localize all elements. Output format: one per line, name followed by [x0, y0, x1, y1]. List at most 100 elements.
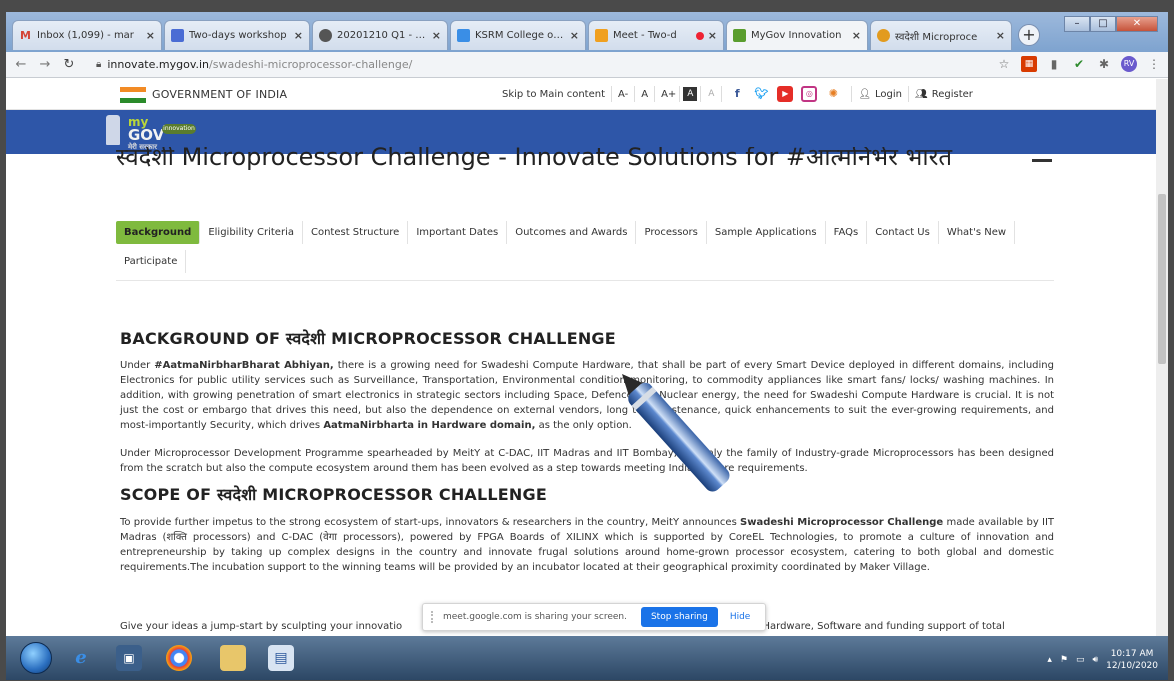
hide-button[interactable]: Hide [730, 612, 751, 622]
check-extension-icon[interactable]: ✔ [1071, 56, 1087, 72]
globe-icon [319, 29, 332, 42]
chrome-icon[interactable] [166, 645, 192, 671]
screen: M Inbox (1,099) - mar × Two-days worksho… [6, 12, 1168, 680]
browser-tab-strip: M Inbox (1,099) - mar × Two-days worksho… [6, 12, 1168, 52]
web-page: GOVERNMENT OF INDIA Skip to Main content… [6, 79, 1156, 636]
reload-icon[interactable]: ↻ [60, 57, 78, 72]
url-field[interactable]: innovate.mygov.in/swadeshi-microprocesso… [107, 58, 412, 71]
docs-icon [171, 29, 184, 42]
facebook-icon[interactable]: f [729, 86, 745, 102]
close-icon[interactable]: × [708, 29, 717, 42]
lock-icon[interactable]: 🔒︎ [96, 59, 101, 70]
gov-title: GOVERNMENT OF INDIA [152, 88, 288, 101]
stop-sharing-button[interactable]: Stop sharing [640, 607, 718, 627]
forward-icon[interactable]: → [36, 57, 54, 72]
tab-label: 20201210 Q1 - Go [337, 30, 428, 41]
font-increase-button[interactable]: A+ [661, 89, 676, 100]
recording-icon [695, 31, 704, 40]
tab-contest-structure[interactable]: Contest Structure [303, 221, 409, 244]
twitter-icon[interactable]: 🐦︎ [753, 86, 769, 102]
url-host: innovate.mygov.in [107, 58, 210, 71]
tab-sample-applications[interactable]: Sample Applications [707, 221, 826, 244]
tab-outcomes-and-awards[interactable]: Outcomes and Awards [507, 221, 637, 244]
extension-icon[interactable]: ▮ [1046, 56, 1062, 72]
clock[interactable]: 10:17 AM 12/10/2020 [1106, 648, 1158, 672]
koo-icon[interactable]: ✺ [825, 86, 841, 102]
tray-expand-icon[interactable]: ▴ [1047, 655, 1052, 665]
maximize-button[interactable]: □ [1090, 16, 1116, 32]
background-paragraph-2: Under Microprocessor Development Program… [120, 448, 1054, 474]
volume-icon[interactable]: 🔊︎ [1092, 655, 1098, 665]
utility-bar: Skip to Main content A- A A+ A A f 🐦︎ ▶ … [502, 83, 973, 105]
register-link[interactable]: Register [932, 89, 973, 100]
video-frame: M Inbox (1,099) - mar × Two-days worksho… [0, 0, 1174, 681]
tab-q1[interactable]: 20201210 Q1 - Go × [312, 20, 448, 50]
skip-to-content-link[interactable]: Skip to Main content [502, 89, 605, 100]
tab-label: Inbox (1,099) - mar [37, 30, 134, 41]
extensions-area: ☆ ▦ ▮ ✔ ✱ RV ⋮ [996, 56, 1162, 72]
divider [116, 280, 1054, 281]
tab-eligibility-criteria[interactable]: Eligibility Criteria [200, 221, 303, 244]
drag-handle-icon[interactable] [431, 611, 435, 623]
minimize-button[interactable]: – [1064, 16, 1090, 32]
url-path: /swadeshi-microprocessor-challenge/ [209, 58, 413, 71]
india-flag-icon [120, 87, 146, 103]
internet-explorer-icon[interactable]: e [68, 645, 94, 671]
close-window-button[interactable]: ✕ [1116, 16, 1158, 32]
tab-participate[interactable]: Participate [116, 250, 187, 273]
star-icon[interactable]: ☆ [996, 56, 1012, 72]
page-title: स्वदेशी Microprocessor Challenge - Innov… [116, 147, 953, 171]
scrollbar-thumb[interactable] [1158, 194, 1166, 364]
close-icon[interactable]: × [432, 29, 441, 42]
window-controls: – □ ✕ [1064, 16, 1158, 32]
back-icon[interactable]: ← [12, 57, 30, 72]
font-normal-button[interactable]: A [641, 89, 648, 100]
close-icon[interactable]: × [996, 29, 1005, 42]
file-explorer-icon[interactable] [220, 645, 246, 671]
tab-label: स्वदेशी Microproce [895, 31, 978, 43]
tab-whats-new[interactable]: What's New [939, 221, 1016, 244]
close-icon[interactable]: × [852, 29, 861, 42]
tab-processors[interactable]: Processors [636, 221, 707, 244]
tab-label: MyGov Innovation [751, 30, 842, 41]
youtube-icon[interactable]: ▶ [777, 86, 794, 102]
network-icon[interactable]: ▭ [1076, 655, 1085, 665]
hamburger-menu-icon[interactable] [1032, 159, 1052, 162]
close-icon[interactable]: × [146, 29, 155, 42]
puzzle-icon[interactable]: ✱ [1096, 56, 1112, 72]
login-link[interactable]: Login [875, 89, 902, 100]
system-tray: ▴ ⚑ ▭ 🔊︎ 10:17 AM 12/10/2020 [1047, 648, 1158, 672]
scope-paragraph-1: To provide further impetus to the strong… [120, 517, 1055, 573]
tab-meet[interactable]: Meet - Two-d × [588, 20, 724, 50]
close-icon[interactable]: × [570, 29, 579, 42]
start-button[interactable] [20, 642, 52, 674]
media-player-icon[interactable]: ▣ [116, 645, 142, 671]
gmail-icon: M [20, 29, 31, 42]
tab-mygov[interactable]: MyGov Innovation × [726, 20, 868, 50]
background-paragraph-1: Under #AatmaNirbharBharat Abhiyan, there… [120, 360, 1054, 431]
menu-dots-icon[interactable]: ⋮ [1146, 56, 1162, 72]
tab-faqs[interactable]: FAQs [826, 221, 868, 244]
normal-contrast-button[interactable]: A [704, 87, 718, 101]
tab-ksrm[interactable]: KSRM College of E × [450, 20, 586, 50]
tab-label: Two-days workshop [189, 30, 287, 41]
tab-swadeshi[interactable]: स्वदेशी Microproce × [870, 20, 1012, 50]
document-icon[interactable]: ▤ [268, 645, 294, 671]
background-heading: BACKGROUND OF स्वदेशी MICROPROCESSOR CHA… [120, 329, 616, 348]
profile-avatar[interactable]: RV [1121, 56, 1137, 72]
close-icon[interactable]: × [294, 29, 303, 42]
tab-important-dates[interactable]: Important Dates [408, 221, 508, 244]
font-decrease-button[interactable]: A- [618, 89, 628, 100]
tab-workshop[interactable]: Two-days workshop × [164, 20, 310, 50]
classroom-icon [457, 29, 470, 42]
office-extension-icon[interactable]: ▦ [1021, 56, 1037, 72]
tab-background[interactable]: Background [116, 221, 201, 244]
flag-icon[interactable]: ⚑ [1060, 655, 1068, 665]
new-tab-button[interactable]: + [1018, 24, 1040, 46]
tab-contact-us[interactable]: Contact Us [867, 221, 939, 244]
gov-bar: GOVERNMENT OF INDIA Skip to Main content… [6, 79, 1156, 110]
tab-gmail[interactable]: M Inbox (1,099) - mar × [12, 20, 162, 50]
high-contrast-button[interactable]: A [683, 87, 698, 101]
instagram-icon[interactable]: ◎ [801, 86, 818, 102]
scrollbar[interactable] [1156, 79, 1168, 636]
